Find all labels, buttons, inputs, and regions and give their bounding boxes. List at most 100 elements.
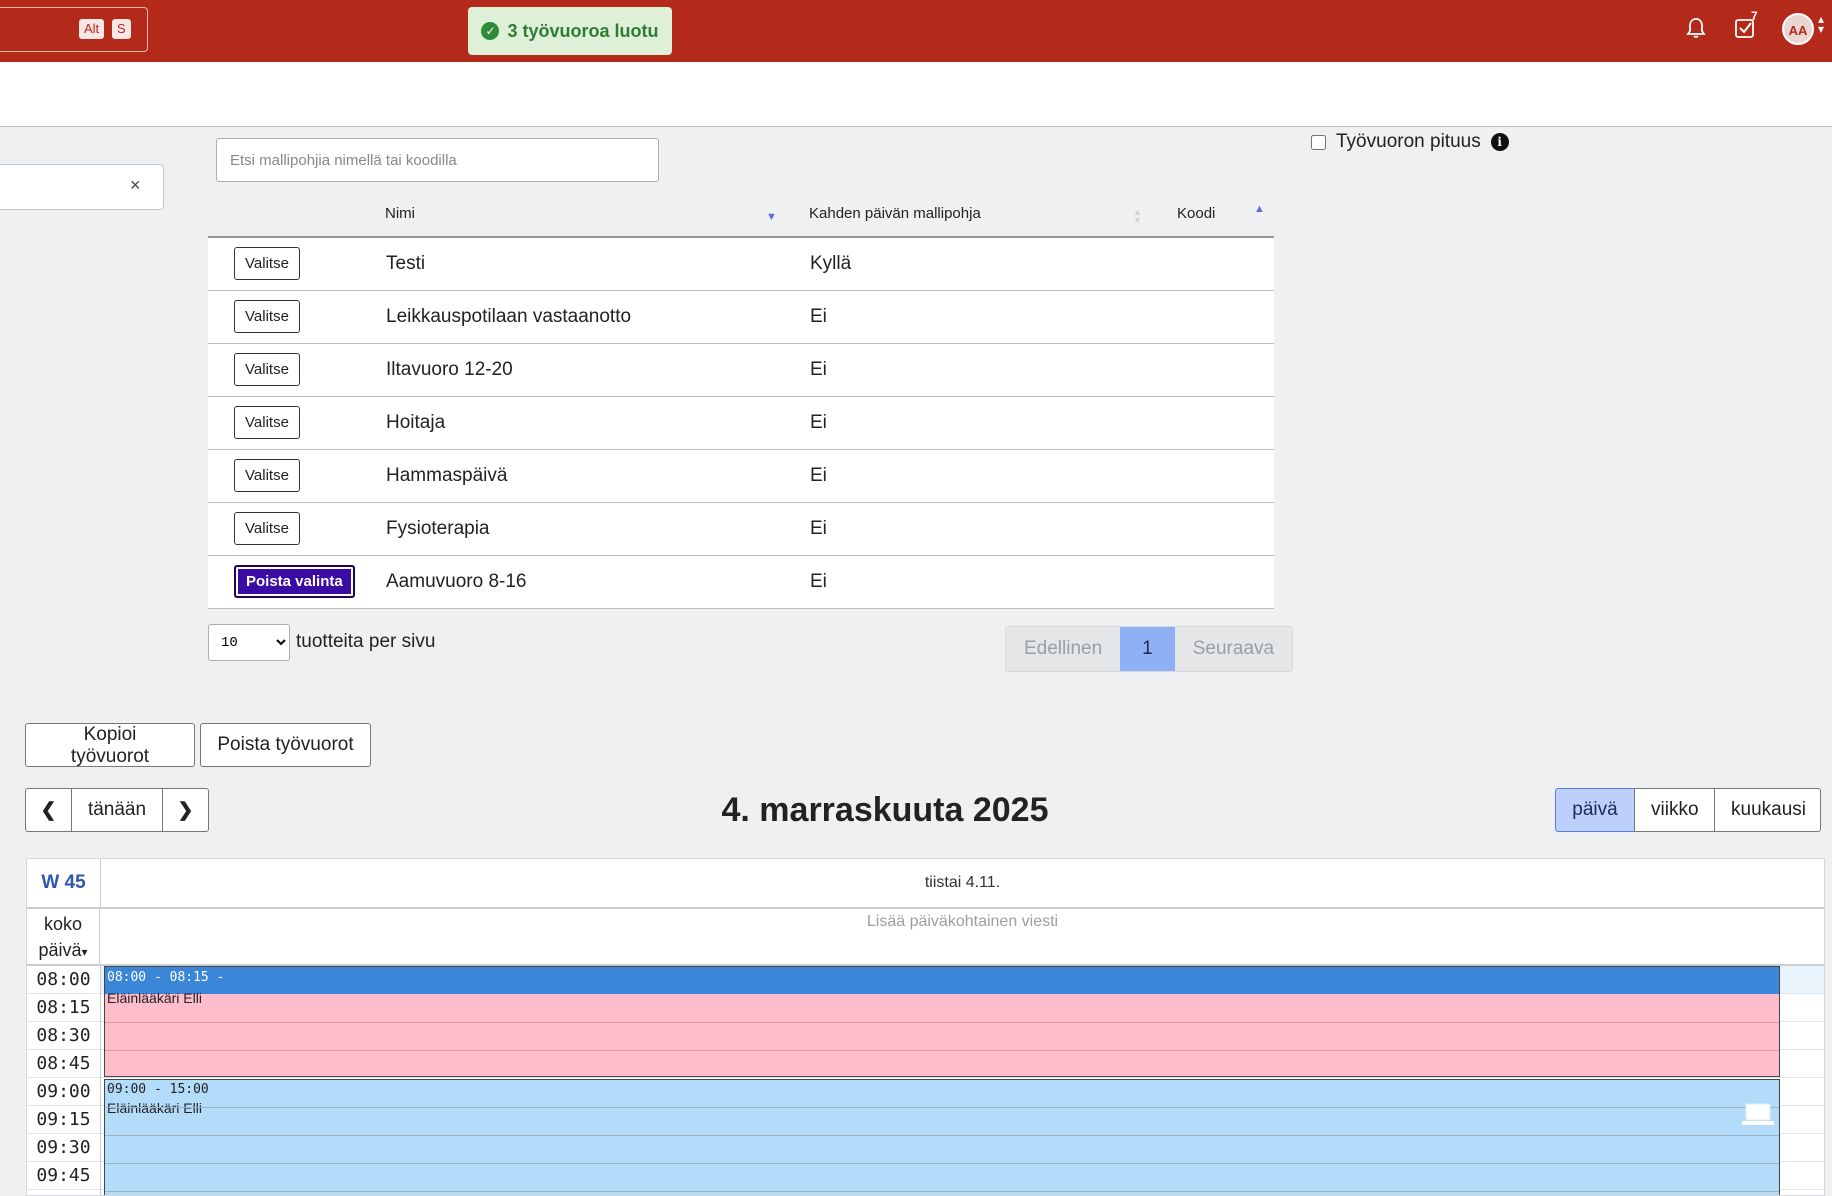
all-day-label-line1: koko [43,914,83,934]
table-row: Valitse Hoitaja Ei [208,397,1274,450]
success-toast: ✓ 3 työvuoroa luotu [468,7,672,55]
column-name[interactable]: Nimi [385,205,415,222]
bell-icon[interactable] [1686,17,1706,39]
table-row: Valitse Leikkauspotilaan vastaanotto Ei [208,291,1274,344]
event-name: Eläinlääkäri Elli [107,990,202,1006]
shortcut-key-alt: Alt [79,19,105,39]
two-day-value: Ei [810,518,827,539]
avatar[interactable]: AA [1782,13,1814,45]
select-button[interactable]: Valitse [234,512,300,545]
event-time: 08:00 - 08:15 - [105,967,1779,994]
time-slots: 08:00 - 08:15 - Eläinlääkäri Elli 09:00 … [101,966,1824,1195]
select-button[interactable]: Valitse [234,353,300,386]
time-label: 09:30 [27,1134,100,1162]
time-label: 09:00 [27,1078,100,1106]
toast-message: 3 työvuoroa luotu [507,20,659,41]
next-day-button[interactable]: ❯ [162,788,209,832]
chevron-left-icon: ❮ [40,799,57,821]
week-number[interactable]: W 45 [27,859,101,907]
page-size-select[interactable]: 10 [208,624,290,661]
two-day-value: Ei [810,412,827,433]
event-time: 09:00 - 15:00 [107,1082,209,1097]
current-page-button[interactable]: 1 [1120,627,1175,671]
table-row: Valitse Fysioterapia Ei [208,503,1274,556]
slot-divider [105,1050,1779,1051]
shift-event[interactable]: 09:00 - 15:00 Eläinlääkäri Elli [104,1079,1780,1195]
slot-divider [105,1191,1779,1192]
calendar-nav: ❮ tänään ❯ [25,788,209,832]
table-row: Valitse Iltavuoro 12-20 Ei [208,344,1274,397]
table-row: Valitse Hammaspäivä Ei [208,450,1274,503]
page-size-label: tuotteita per sivu [296,631,436,652]
next-page-button[interactable]: Seuraava [1174,627,1293,671]
filter-input[interactable]: × [0,164,164,210]
template-name: Fysioterapia [386,518,490,539]
prev-page-button[interactable]: Edellinen [1006,627,1121,671]
table-row: Valitse Testi Kyllä [208,238,1274,291]
close-icon[interactable]: × [130,175,141,196]
top-bar: Alt S ✓ 3 työvuoroa luotu 7 AA ▴ ▾ [0,0,1832,62]
template-name: Aamuvuoro 8-16 [386,571,527,592]
template-name: Iltavuoro 12-20 [386,359,513,380]
select-button[interactable]: Valitse [234,406,300,439]
slot-divider [105,1135,1779,1136]
shift-length-checkbox[interactable] [1311,134,1326,150]
column-two-day[interactable]: Kahden päivän mallipohja [809,205,981,222]
time-label: 08:45 [27,1050,100,1078]
time-column: 08:00 08:15 08:30 08:45 09:00 09:15 09:3… [27,966,101,1195]
page-header [0,62,1832,127]
shift-event[interactable]: 08:00 - 08:15 - Eläinlääkäri Elli [104,966,1780,1077]
sort-desc-icon[interactable]: ▼ [766,211,777,223]
deselect-button[interactable]: Poista valinta [234,565,355,598]
select-button[interactable]: Valitse [234,459,300,492]
sort-icon[interactable]: ▲ ▼ [1133,208,1142,225]
select-button[interactable]: Valitse [234,247,300,280]
slot-divider [105,1022,1779,1023]
template-table: Nimi ▼ Kahden päivän mallipohja ▲ ▼ Koodi… [208,195,1274,609]
delete-shifts-button[interactable]: Poista työvuorot [200,723,371,767]
today-button[interactable]: tänään [71,788,163,832]
time-label: 09:15 [27,1106,100,1134]
view-day-button[interactable]: päivä [1555,788,1635,832]
info-icon[interactable]: i [1490,133,1509,151]
check-circle-icon: ✓ [481,22,500,40]
slot-divider [105,1163,1779,1164]
shift-length-toggle[interactable]: Työvuoron pituus i [1311,131,1509,153]
view-month-button[interactable]: kuukausi [1714,788,1821,832]
copy-shifts-button[interactable]: Kopioi työvuorot [25,723,195,767]
calendar-grid: W 45 tiistai 4.11. koko päivä▾ Lisää päi… [26,858,1825,1196]
template-name: Testi [386,253,426,274]
chevron-updown-icon[interactable]: ▴ ▾ [1818,13,1824,35]
all-day-row: koko päivä▾ Lisää päiväkohtainen viesti [27,909,1824,966]
calendar-title: 4. marraskuuta 2025 [721,791,1049,829]
global-search[interactable]: Alt S [0,7,148,52]
table-header: Nimi ▼ Kahden päivän mallipohja ▲ ▼ Koodi… [208,195,1274,238]
laptop-icon [1742,1103,1774,1125]
template-search-input[interactable] [216,138,659,182]
pagination: Edellinen 1 Seuraava [1005,626,1294,672]
time-label: 09:45 [27,1162,100,1190]
sort-asc-icon[interactable]: ▲ [1254,203,1265,215]
view-week-button[interactable]: viikko [1634,788,1715,832]
template-name: Hammaspäivä [386,465,508,486]
column-code[interactable]: Koodi [1177,205,1215,222]
add-day-message[interactable]: Lisää päiväkohtainen viesti [101,913,1824,931]
prev-day-button[interactable]: ❮ [25,788,72,832]
select-button[interactable]: Valitse [234,300,300,333]
two-day-value: Ei [810,571,827,592]
day-header: tiistai 4.11. [924,874,1001,891]
time-label: 08:00 [27,966,100,994]
time-label: 08:30 [27,1022,100,1050]
two-day-value: Kyllä [810,253,852,274]
table-row: Poista valinta Aamuvuoro 8-16 Ei [208,556,1274,609]
event-name: Eläinlääkäri Elli [107,1100,202,1116]
template-name: Leikkauspotilaan vastaanotto [386,306,632,327]
tasks-badge: 7 [1751,9,1758,23]
shift-length-label: Työvuoron pituus [1336,131,1481,152]
two-day-value: Ei [810,465,827,486]
view-switcher: päivä viikko kuukausi [1555,788,1821,832]
template-name: Hoitaja [386,412,446,433]
all-day-label[interactable]: koko päivä▾ [27,909,100,964]
time-label: 08:15 [27,994,100,1022]
caret-down-icon: ▾ [81,945,88,959]
